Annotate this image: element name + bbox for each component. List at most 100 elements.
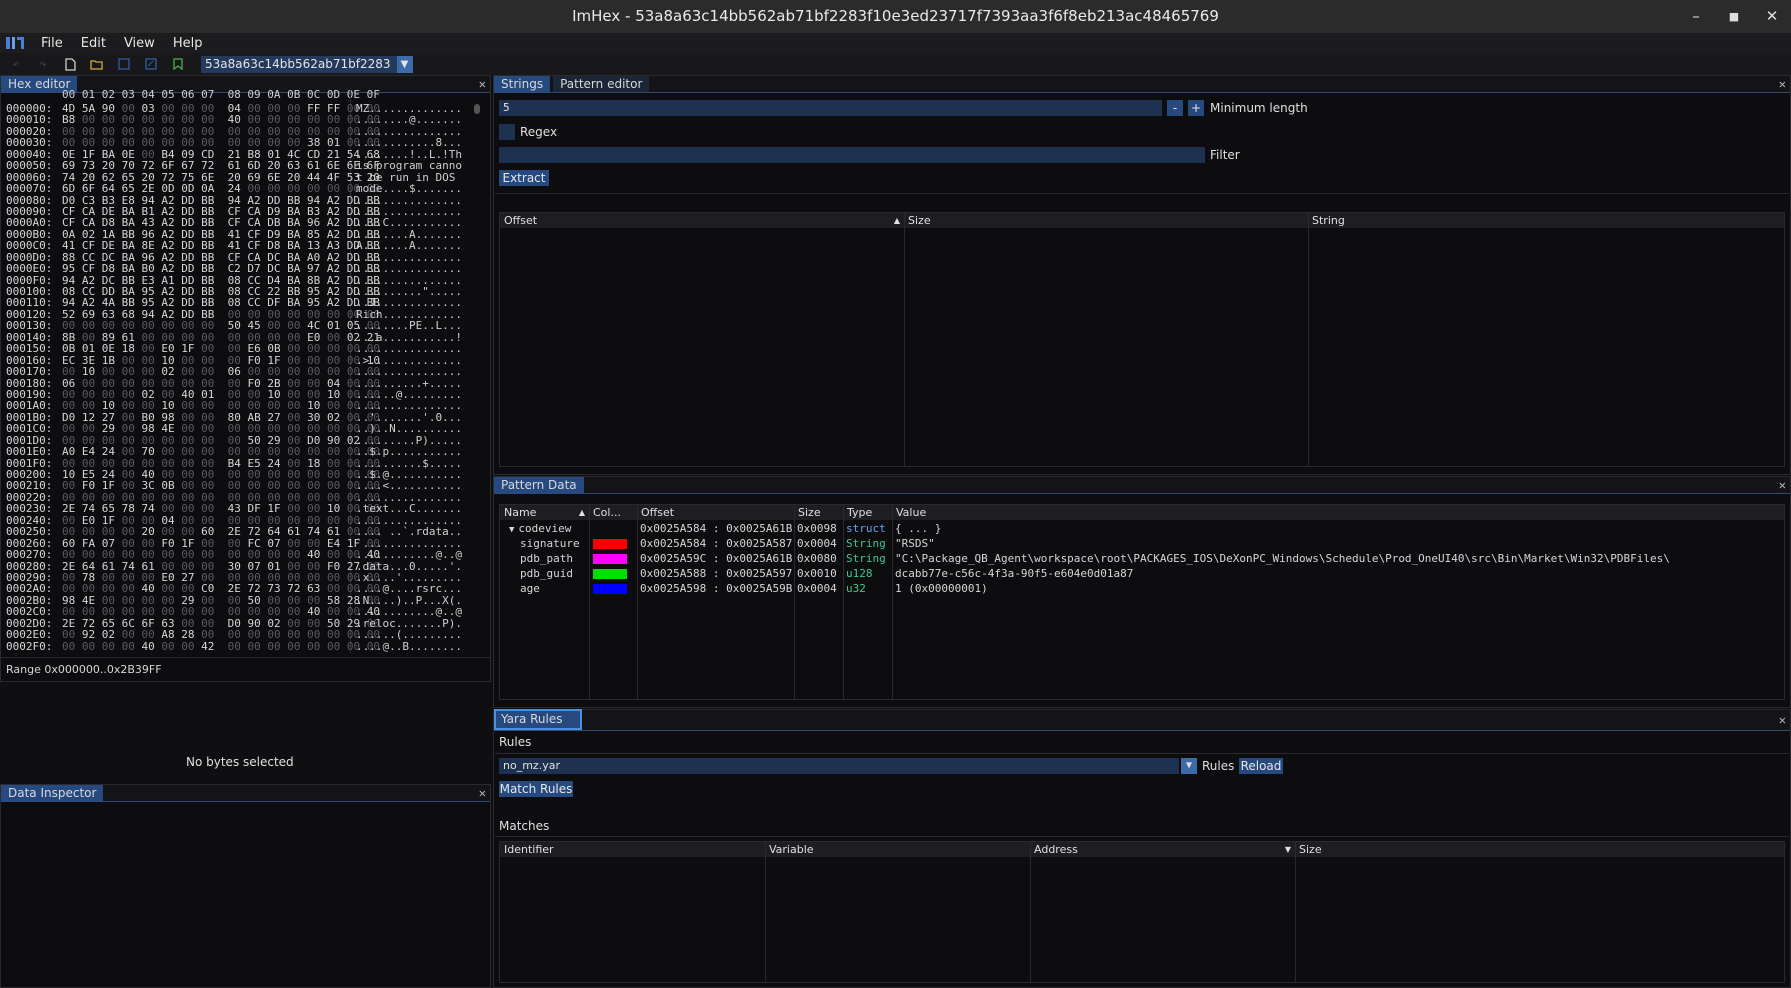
hex-row-offset: 000170: — [6, 365, 53, 379]
save-icon[interactable] — [113, 55, 135, 73]
tab-pattern-data[interactable]: Pattern Data — [494, 477, 584, 493]
hex-row-ascii[interactable]: A.......A....... — [356, 240, 476, 252]
hex-row[interactable]: 000070: 6D 6F 64 65 2E 0D 0D 0A 24 00 00 … — [6, 182, 476, 196]
hex-row[interactable]: 000270: 00 00 00 00 00 00 00 00 00 00 00 … — [6, 548, 476, 562]
column-divider — [1295, 842, 1296, 982]
chevron-down-icon[interactable]: ▼ — [1181, 758, 1197, 774]
menu-file[interactable]: File — [32, 36, 72, 51]
extract-button[interactable]: Extract — [499, 170, 549, 186]
close-icon[interactable]: ✕ — [1779, 76, 1786, 92]
chevron-down-icon[interactable]: ▼ — [396, 55, 413, 73]
column-string[interactable]: String — [1308, 213, 1784, 228]
hex-row[interactable]: 0000C0: 41 CF DE BA 8E A2 DD BB 41 CF D8 … — [6, 240, 476, 252]
hex-row-bytes[interactable]: 41 CF DE BA 8E A2 DD BB 41 CF D8 BA 13 A… — [62, 240, 380, 252]
save-as-icon[interactable] — [140, 55, 162, 73]
hex-row[interactable]: 0002E0: 00 92 02 00 00 A8 28 00 00 00 00 … — [6, 629, 476, 641]
maximize-button[interactable]: ■ — [1715, 0, 1753, 33]
pattern-row-age[interactable]: age 0x0025A598 : 0x0025A59B 0x0004 u32 1 (0x… — [500, 581, 1784, 596]
color-swatch — [593, 554, 627, 564]
decrement-button[interactable]: - — [1167, 100, 1183, 116]
hex-row-offset: 000070: — [6, 182, 53, 196]
hex-row-ascii[interactable]: mode....$....... — [356, 183, 476, 195]
column-name[interactable]: Name ▲ — [500, 505, 589, 520]
close-icon[interactable]: ✕ — [479, 76, 486, 92]
bookmark-icon[interactable] — [167, 55, 189, 73]
strings-table[interactable]: Offset ▲ Size String — [499, 212, 1785, 467]
column-type[interactable]: Type — [843, 505, 892, 520]
new-file-icon[interactable] — [59, 55, 81, 73]
min-length-label: Minimum length — [1210, 101, 1308, 115]
hex-row[interactable]: 000250: 00 00 00 00 20 00 00 60 2E 72 64 … — [6, 526, 476, 538]
hex-row-offset: 0002F0: — [6, 639, 53, 653]
open-file-icon[interactable] — [86, 55, 108, 73]
hex-scrollbar[interactable] — [474, 104, 480, 114]
menu-view[interactable]: View — [115, 36, 164, 51]
hex-rows[interactable]: 000000: 4D 5A 90 00 03 00 00 00 04 00 00 … — [6, 103, 476, 652]
tab-pattern-editor[interactable]: Pattern editor — [553, 76, 650, 92]
redo-icon[interactable]: ↷ — [32, 55, 54, 73]
hex-row[interactable]: 000170: 00 10 00 00 00 02 00 00 06 00 00 … — [6, 365, 476, 379]
pattern-row-signature[interactable]: signature 0x0025A584 : 0x0025A587 0x0004 St… — [500, 536, 1784, 551]
hex-row[interactable]: 0002C0: 00 00 00 00 00 00 00 00 00 00 00 … — [6, 606, 476, 618]
pattern-size: 0x0098 — [797, 522, 837, 535]
column-size[interactable]: Size — [904, 213, 1308, 228]
column-address[interactable]: Address ▼ — [1030, 842, 1295, 857]
hex-row[interactable]: 000050: 69 73 20 70 72 6F 67 72 61 6D 20 … — [6, 160, 476, 172]
hex-column-header: 00 01 02 03 04 05 06 07 08 09 0A 0B 0C 0… — [62, 88, 380, 101]
pattern-row-pdb_guid[interactable]: pdb_guid 0x0025A588 : 0x0025A597 0x0010 u12… — [500, 566, 1784, 581]
tab-strings[interactable]: Strings — [494, 76, 551, 92]
pattern-row-codeview[interactable]: ▼ codeview 0x0025A584 : 0x0025A61B 0x0098 st… — [500, 521, 1784, 536]
increment-button[interactable]: + — [1188, 100, 1204, 116]
pattern-name: signature — [520, 537, 580, 550]
reload-button[interactable]: Reload — [1239, 758, 1283, 774]
range-status: Range 0x000000..0x2B39FF — [0, 657, 490, 679]
hex-row-ascii[interactable]: ................ — [356, 343, 476, 355]
hex-row[interactable]: 000150: 0B 01 0E 18 00 E0 1F 00 00 E6 0B … — [6, 343, 476, 355]
minimize-button[interactable]: – — [1677, 0, 1715, 33]
close-icon[interactable]: ✕ — [479, 785, 486, 801]
column-identifier[interactable]: Identifier — [500, 842, 765, 857]
hex-row-bytes[interactable]: 69 73 20 70 72 6F 67 72 61 6D 20 63 61 6… — [62, 160, 380, 172]
tab-data-inspector[interactable]: Data Inspector — [1, 785, 104, 801]
undo-icon[interactable]: ↶ — [5, 55, 27, 73]
hex-row-ascii[interactable]: is program canno — [356, 160, 476, 172]
hex-row-bytes[interactable]: 00 00 00 00 40 00 00 42 00 00 00 00 00 0… — [62, 640, 380, 652]
column-offset[interactable]: Offset — [637, 505, 794, 520]
close-icon[interactable]: ✕ — [1779, 477, 1786, 493]
column-size[interactable]: Size — [794, 505, 843, 520]
data-inspector-header: Data Inspector ✕ — [1, 785, 490, 802]
column-size[interactable]: Size — [1295, 842, 1784, 857]
column-variable[interactable]: Variable — [765, 842, 1030, 857]
filter-input[interactable] — [499, 147, 1205, 163]
pattern-data-table[interactable]: Name ▲ Col... Offset Size Type Value ▼ cod… — [499, 504, 1785, 700]
chevron-down-icon[interactable]: ▼ — [509, 525, 514, 535]
close-icon[interactable]: ✕ — [1779, 712, 1786, 728]
hex-row-ascii[interactable]: ................ — [356, 263, 476, 275]
pattern-type: String — [846, 537, 886, 550]
rules-label: Rules — [499, 735, 532, 749]
column-offset[interactable]: Offset ▲ — [500, 213, 904, 228]
match-rules-button[interactable]: Match Rules — [499, 781, 573, 797]
regex-checkbox[interactable] — [499, 124, 515, 140]
column-value[interactable]: Value — [892, 505, 1784, 520]
provider-selector[interactable]: 53a8a63c14bb562ab71bf2283 ▼ — [201, 55, 413, 73]
pattern-row-pdb_path[interactable]: pdb_path 0x0025A59C : 0x0025A61B 0x0080 Str… — [500, 551, 1784, 566]
tab-yara-rules[interactable]: Yara Rules — [494, 709, 582, 730]
menu-help[interactable]: Help — [164, 36, 212, 51]
hex-row[interactable]: 0002F0: 00 00 00 00 40 00 00 42 00 00 00 … — [6, 639, 476, 653]
menu-edit[interactable]: Edit — [72, 36, 115, 51]
hex-row-bytes[interactable]: 95 CF D8 BA B0 A2 DD BB C2 D7 DC BA 97 A… — [62, 263, 380, 275]
hex-row-ascii[interactable]: ....@..B........ — [356, 640, 476, 652]
column-color[interactable]: Col... — [589, 505, 637, 520]
sort-descending-icon: ▼ — [1284, 845, 1291, 854]
close-window-button[interactable]: ✕ — [1753, 0, 1791, 33]
hex-row[interactable]: 0001C0: 00 00 29 00 98 4E 00 00 00 00 00 … — [6, 423, 476, 435]
rules-combo[interactable]: no_mz.yar — [499, 758, 1179, 774]
hex-row[interactable]: 0000E0: 95 CF D8 BA B0 A2 DD BB C2 D7 DC … — [6, 263, 476, 275]
filter-label: Filter — [1210, 148, 1240, 162]
hex-row-offset: 000270: — [6, 548, 53, 562]
matches-table[interactable]: Identifier Variable Address ▼ Size — [499, 841, 1785, 983]
min-length-input[interactable]: 5 — [499, 100, 1162, 116]
hex-row[interactable]: 0001E0: A0 E4 24 00 70 00 00 00 00 00 00 … — [6, 446, 476, 458]
hex-row-bytes[interactable]: 6D 6F 64 65 2E 0D 0D 0A 24 00 00 00 00 0… — [62, 183, 380, 195]
